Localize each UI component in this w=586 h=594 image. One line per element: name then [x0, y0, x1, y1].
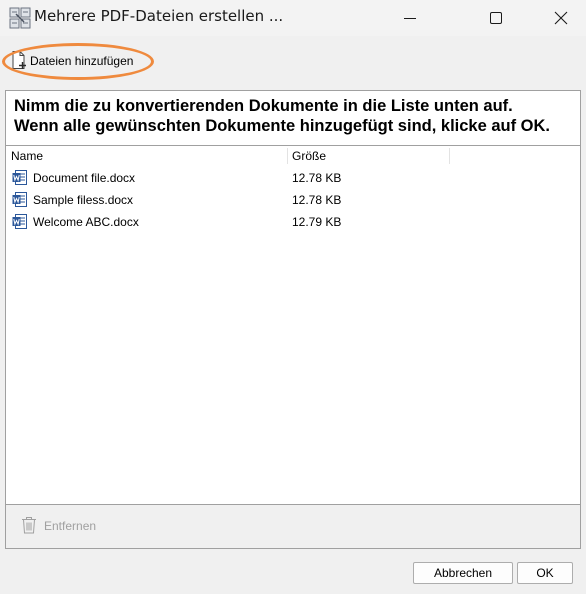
- column-header-size[interactable]: Größe: [292, 149, 326, 163]
- remove-panel: Entfernen: [5, 505, 581, 549]
- add-files-label: Dateien hinzufügen: [30, 54, 134, 68]
- file-row[interactable]: Document file.docx 12.78 KB: [6, 167, 580, 189]
- file-name: Document file.docx: [33, 171, 136, 185]
- column-header-name[interactable]: Name: [11, 149, 43, 163]
- close-icon: [554, 11, 568, 25]
- file-name: Welcome ABC.docx: [33, 215, 139, 229]
- app-pdf-batch-icon: [9, 7, 31, 29]
- word-document-icon: [12, 192, 27, 210]
- dialog-window: Mehrere PDF-Dateien erstellen ... Dateie…: [0, 0, 586, 594]
- toolbar: Dateien hinzufügen: [0, 36, 586, 88]
- list-header: Name Größe: [6, 146, 580, 164]
- trash-icon: [21, 516, 37, 537]
- close-button[interactable]: [538, 0, 584, 36]
- word-document-icon: [12, 214, 27, 232]
- file-list[interactable]: Name Größe Document file.docx 12.78 KB S…: [5, 145, 581, 505]
- file-size: 12.78 KB: [292, 193, 342, 207]
- maximize-icon: [490, 12, 502, 24]
- cancel-button[interactable]: Abbrechen: [413, 562, 513, 584]
- window-title: Mehrere PDF-Dateien erstellen ...: [34, 7, 284, 25]
- file-size: 12.79 KB: [292, 215, 342, 229]
- file-row[interactable]: Welcome ABC.docx 12.79 KB: [6, 211, 580, 233]
- remove-label: Entfernen: [44, 519, 97, 533]
- file-add-icon: [10, 50, 28, 73]
- title-bar[interactable]: Mehrere PDF-Dateien erstellen ...: [0, 0, 586, 36]
- remove-button[interactable]: Entfernen: [21, 515, 96, 537]
- file-name: Sample filess.docx: [33, 193, 134, 207]
- word-document-icon: [12, 170, 27, 188]
- add-files-button[interactable]: Dateien hinzufügen: [10, 49, 133, 73]
- maximize-button[interactable]: [473, 0, 519, 36]
- ok-button[interactable]: OK: [517, 562, 573, 584]
- file-size: 12.78 KB: [292, 171, 342, 185]
- minimize-icon: [404, 18, 416, 19]
- column-separator[interactable]: [287, 148, 288, 164]
- instructions-line-1: Nimm die zu konvertierenden Dokumente in…: [14, 97, 513, 115]
- minimize-button[interactable]: [387, 0, 433, 36]
- column-separator[interactable]: [449, 148, 450, 164]
- file-row[interactable]: Sample filess.docx 12.78 KB: [6, 189, 580, 211]
- instructions-panel: Nimm die zu konvertierenden Dokumente in…: [5, 90, 581, 145]
- instructions-line-2: Wenn alle gewünschten Dokumente hinzugef…: [14, 117, 551, 135]
